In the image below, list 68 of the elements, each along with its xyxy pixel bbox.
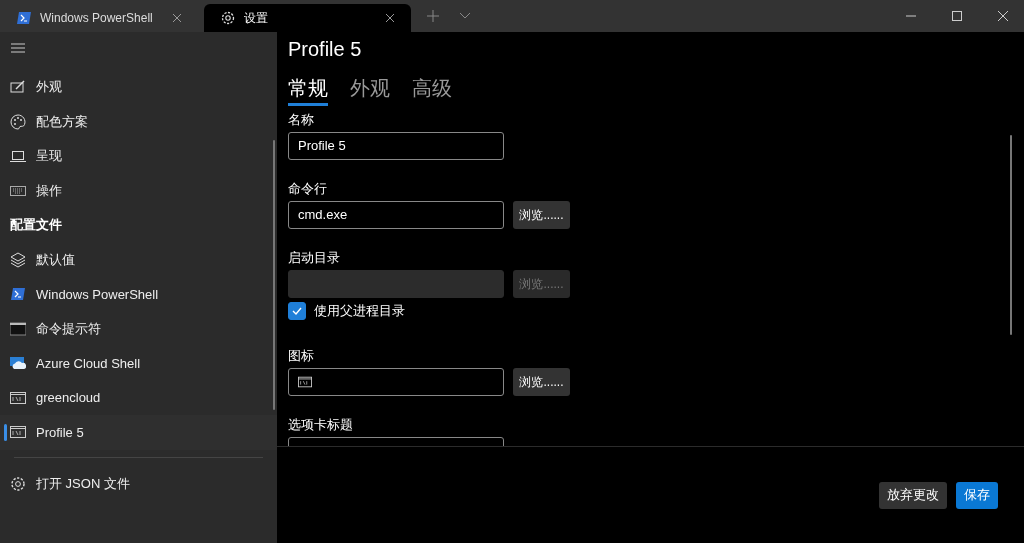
check-icon <box>291 305 303 317</box>
open-json-item[interactable]: 打开 JSON 文件 <box>0 466 277 501</box>
add-icon[interactable] <box>427 10 439 22</box>
sidebar-item[interactable]: 呈现 <box>0 139 277 174</box>
sidebar-item[interactable]: 默认值 <box>0 242 277 277</box>
tab-title: Windows PowerShell <box>40 11 154 25</box>
item-label: 呈现 <box>36 147 62 166</box>
input-field[interactable]: Profile 5 <box>288 132 504 160</box>
field-label: 名称 <box>288 111 315 129</box>
terminal-icon <box>10 286 26 303</box>
item-label: 配色方案 <box>36 112 88 131</box>
page-tab[interactable]: 外观 <box>350 75 390 106</box>
sidebar-item[interactable]: Azure Cloud Shell <box>0 346 277 381</box>
item-label: Profile 5 <box>36 424 84 440</box>
browse-button[interactable]: 浏览...... <box>513 368 570 396</box>
palette-icon <box>10 113 26 130</box>
discard-button[interactable]: 放弃更改 <box>879 481 947 509</box>
input-field[interactable]: cmd.exe <box>288 201 504 229</box>
layers-icon <box>10 251 26 268</box>
item-label: 默认值 <box>36 250 75 269</box>
maximize-icon[interactable] <box>952 11 962 21</box>
checkbox[interactable] <box>288 302 306 320</box>
browse-button[interactable]: 浏览...... <box>513 201 570 229</box>
section-header: 配置文件 <box>9 216 63 235</box>
page-title: Profile 5 <box>287 37 363 62</box>
item-label: greencloud <box>36 390 101 406</box>
item-label: Azure Cloud Shell <box>36 355 141 371</box>
terminal-icon <box>16 10 32 26</box>
console-icon <box>10 389 26 406</box>
window-tab[interactable]: 设置 <box>204 4 411 32</box>
page-tab[interactable]: 常规 <box>288 75 328 106</box>
item-label: 外观 <box>36 78 62 97</box>
page-tab[interactable]: 高级 <box>412 75 452 106</box>
menu-icon[interactable] <box>11 43 25 53</box>
scrollbar[interactable] <box>1010 135 1012 335</box>
field-label: 选项卡标题 <box>288 416 354 434</box>
field-label: 启动目录 <box>288 249 341 267</box>
sidebar-item[interactable]: 操作 <box>0 173 277 208</box>
close-icon[interactable] <box>998 11 1008 21</box>
field-label: 图标 <box>288 347 315 365</box>
item-label: 打开 JSON 文件 <box>36 474 130 493</box>
sidebar-item[interactable]: Windows PowerShell <box>0 277 277 312</box>
brush-icon <box>10 79 26 96</box>
selection-indicator <box>4 424 7 441</box>
checkbox-label: 使用父进程目录 <box>314 302 405 320</box>
scrollbar[interactable] <box>273 140 275 410</box>
sidebar-item[interactable]: Profile 5 <box>0 415 277 450</box>
window-tab[interactable]: Windows PowerShell <box>0 4 198 32</box>
console-icon <box>10 320 26 337</box>
tab-title: 设置 <box>244 9 269 27</box>
save-button[interactable]: 保存 <box>956 481 998 509</box>
sidebar-item[interactable]: 外观 <box>0 70 277 105</box>
close-icon[interactable] <box>385 13 395 23</box>
settings-icon <box>10 475 26 492</box>
sidebar-item[interactable]: greencloud <box>0 380 277 415</box>
item-label: 命令提示符 <box>36 319 101 338</box>
settings-icon <box>220 10 236 26</box>
item-label: 操作 <box>36 181 62 200</box>
sidebar-item[interactable]: 配色方案 <box>0 104 277 139</box>
item-label: Windows PowerShell <box>36 286 159 302</box>
cloud-icon <box>10 355 26 372</box>
sidebar-item[interactable]: 命令提示符 <box>0 311 277 346</box>
laptop-icon <box>10 148 26 165</box>
close-icon[interactable] <box>172 13 182 23</box>
console-icon <box>298 375 312 389</box>
field-label: 命令行 <box>288 180 328 198</box>
console-icon <box>10 424 26 441</box>
input-field[interactable] <box>288 368 504 396</box>
